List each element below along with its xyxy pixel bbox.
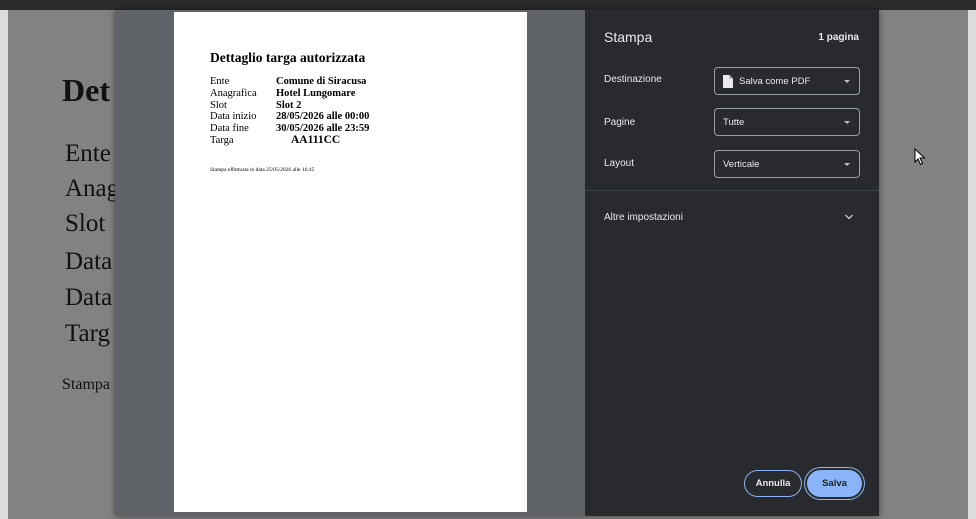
print-title: Stampa — [604, 29, 653, 45]
page-count: 1 pagina — [818, 32, 859, 43]
layout-label: Layout — [604, 158, 635, 169]
preview-value: Hotel Lungomare — [276, 87, 356, 99]
background-row-ente: Ente — [65, 140, 111, 167]
preview-sheet: Dettaglio targa autorizzata Ente Comune … — [174, 12, 527, 512]
destination-select[interactable]: Salva come PDF — [714, 67, 860, 95]
chevron-down-icon — [844, 121, 850, 124]
destination-label: Destinazione — [604, 74, 662, 85]
save-button[interactable]: Salva — [807, 470, 862, 497]
preview-label: Data inizio — [210, 111, 257, 123]
layout-select[interactable]: Verticale — [714, 150, 860, 178]
more-settings-toggle[interactable]: Altre impostazioni — [604, 212, 683, 223]
mouse-cursor-icon — [914, 148, 926, 166]
preview-details-table: Ente Comune di Siracusa Anagrafica Hotel… — [210, 76, 369, 147]
preview-label: Slot — [210, 99, 227, 111]
preview-row: Ente Comune di Siracusa — [210, 76, 369, 88]
preview-row: Data fine 30/05/2026 alle 23:59 — [210, 123, 369, 135]
chevron-down-icon — [844, 80, 850, 83]
cancel-button[interactable]: Annulla — [744, 470, 802, 497]
preview-footer-note: Stampa effettuata in data 25/05/2026 all… — [210, 167, 315, 173]
print-preview-area: Dettaglio targa autorizzata Ente Comune … — [115, 10, 585, 516]
document-icon — [723, 75, 733, 88]
chevron-down-icon — [844, 163, 850, 166]
preview-title: Dettaglio targa autorizzata — [210, 50, 366, 65]
page-right-edge — [968, 10, 976, 519]
panel-divider — [585, 190, 879, 191]
layout-value: Verticale — [723, 159, 760, 170]
preview-value: Slot 2 — [276, 99, 302, 111]
browser-top-bar — [0, 0, 976, 10]
background-row-data-fine: Data — [65, 284, 113, 311]
background-row-slot: Slot — [65, 210, 106, 237]
background-page-title: Det — [62, 72, 110, 108]
chevron-down-icon[interactable] — [844, 213, 854, 221]
background-row-targa: Targ — [65, 320, 110, 347]
preview-value: Comune di Siracusa — [276, 76, 367, 87]
preview-row: Targa AA111CC — [210, 133, 369, 147]
page-left-edge — [0, 10, 8, 519]
preview-label: Ente — [210, 76, 230, 87]
preview-row: Anagrafica Hotel Lungomare — [210, 88, 369, 100]
print-dialog: Dettaglio targa autorizzata Ente Comune … — [115, 10, 879, 516]
preview-label: Targa — [210, 134, 234, 146]
preview-label: Anagrafica — [210, 87, 257, 99]
pages-label: Pagine — [604, 117, 636, 128]
preview-row: Data inizio 28/05/2026 alle 00:00 — [210, 111, 369, 123]
print-settings-panel: Stampa 1 pagina Destinazione Salva come … — [585, 10, 879, 516]
background-row-data-inizio: Data — [65, 248, 113, 275]
preview-row: Slot Slot 2 — [210, 100, 369, 112]
preview-value: 28/05/2026 alle 00:00 — [276, 111, 370, 123]
destination-value: Salva come PDF — [739, 76, 811, 87]
preview-label: Data fine — [210, 123, 249, 135]
background-row-anagrafica: Anag — [65, 175, 120, 202]
background-print-note: Stampa — [62, 376, 110, 393]
preview-value: AA111CC — [291, 133, 341, 146]
pages-value: Tutte — [723, 117, 745, 128]
pages-select[interactable]: Tutte — [714, 108, 860, 136]
